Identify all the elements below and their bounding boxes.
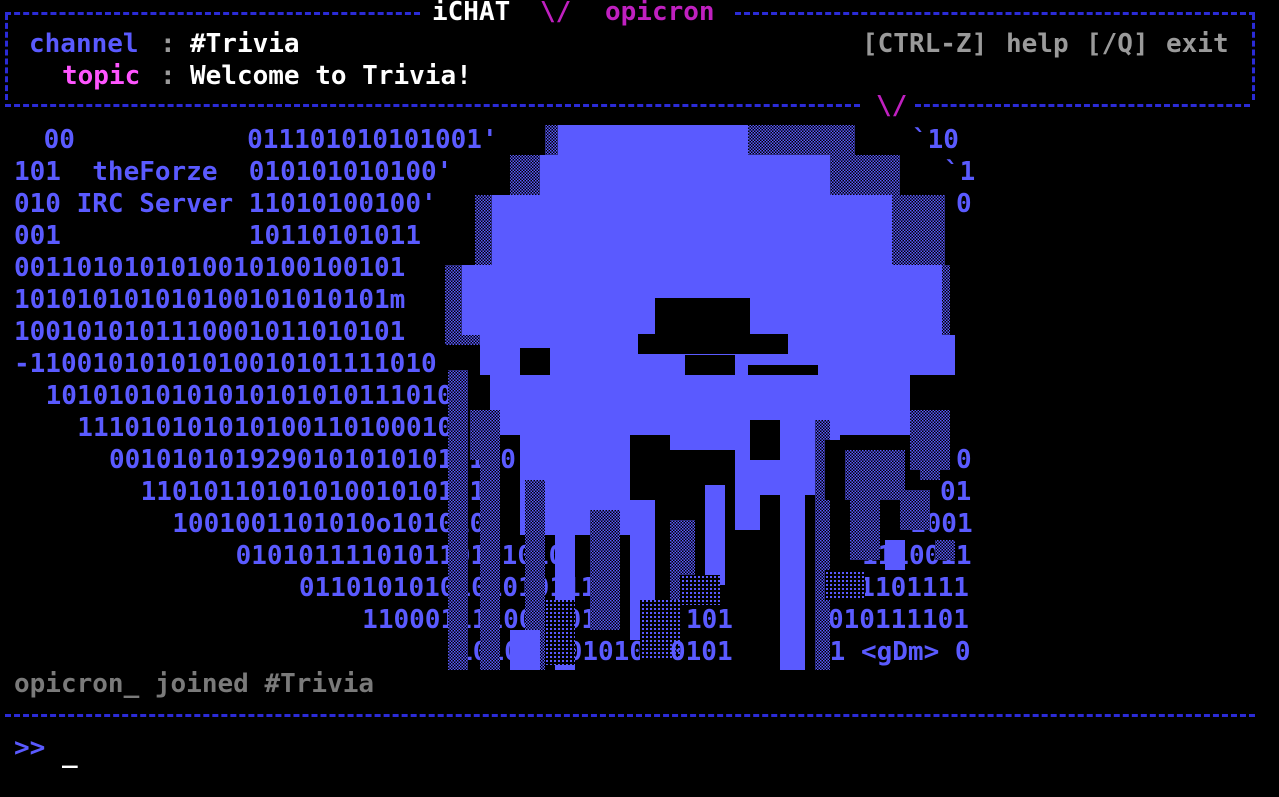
art-block <box>735 450 760 530</box>
banner-left-line: 1001010101110001011010101 <box>14 317 406 347</box>
frame-top-right <box>735 12 1255 15</box>
art-block <box>750 420 780 460</box>
art-block <box>558 125 748 155</box>
art-block <box>670 410 750 450</box>
art-block <box>680 575 720 605</box>
topic-label: topic <box>62 61 141 91</box>
art-block <box>590 510 620 630</box>
channel-colon: : <box>160 29 176 59</box>
art-block <box>780 410 805 670</box>
art-block <box>492 195 892 265</box>
art-block <box>825 570 865 600</box>
art-block <box>920 420 940 480</box>
channel-label: channel <box>29 29 139 59</box>
exit-key[interactable]: [/Q] <box>1086 28 1149 60</box>
topic-value: Welcome to Trivia! <box>190 61 472 91</box>
art-block <box>510 630 540 670</box>
banner-left-line: 10101010101010101010111010 <box>30 381 453 411</box>
topic-colon: : <box>160 61 176 91</box>
art-block <box>545 600 575 665</box>
input-cursor[interactable]: _ <box>62 738 78 770</box>
art-block <box>655 298 750 338</box>
art-block <box>935 540 955 560</box>
art-block <box>520 348 550 378</box>
banner-left-line: 101010101010100101010101m <box>14 285 406 315</box>
join-message: opicron_ joined #Trivia <box>14 669 375 699</box>
title-separator: \/ <box>540 0 572 27</box>
art-block <box>885 540 905 570</box>
art-block <box>825 440 845 500</box>
frame-right <box>1252 14 1255 100</box>
banner-left-line: 00 011101010101001' <box>28 125 498 155</box>
help-key[interactable]: [CTRL-Z] <box>862 28 987 60</box>
art-block <box>705 485 725 585</box>
art-block <box>480 450 500 670</box>
frame-left <box>5 14 8 100</box>
frame-input-divider <box>5 714 1255 717</box>
banner-left-line: 001 10110101011 <box>14 221 421 251</box>
banner-left-line: -11001010101010010101111010 <box>14 349 437 379</box>
input-prompt: >> <box>14 733 46 763</box>
art-block <box>845 450 905 500</box>
mid-label-0101: 0101 <box>670 637 733 667</box>
banner-left-line: 1110101010101001101000101 <box>46 413 469 443</box>
art-block <box>540 155 830 195</box>
user-nick: opicron <box>605 0 715 27</box>
frame-header-bottom-left <box>5 104 860 107</box>
art-block <box>850 500 880 560</box>
skull-ascii-art <box>445 125 955 670</box>
banner-left-line: 0011010101010010100100101 <box>14 253 406 283</box>
banner-left-line: 010 IRC Server 11010100100' <box>14 189 437 219</box>
art-block <box>638 334 788 354</box>
help-label[interactable]: help <box>1006 28 1069 60</box>
art-block <box>448 370 468 670</box>
art-block <box>900 490 930 530</box>
mid-label-101: 101 <box>686 605 733 635</box>
app-title: iCHAT <box>432 0 511 27</box>
exit-label[interactable]: exit <box>1166 28 1229 60</box>
frame-header-bottom-right <box>915 104 1250 107</box>
header-bottom-separator: \/ <box>876 91 908 121</box>
banner-left-line: 101 theForze 010101010100' <box>14 157 453 187</box>
channel-value[interactable]: #Trivia <box>190 28 300 60</box>
frame-top-left <box>5 12 420 15</box>
